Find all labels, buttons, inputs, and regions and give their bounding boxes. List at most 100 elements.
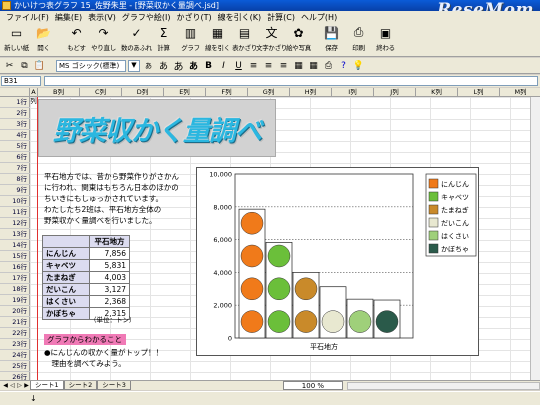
hint-bulb-icon[interactable]: 💡 — [352, 59, 365, 72]
column-header-cell[interactable]: F列 — [206, 88, 248, 97]
menu-calc[interactable]: 計算(C) — [267, 12, 295, 23]
menu-edit[interactable]: 編集(E) — [55, 12, 82, 23]
row-header-cell[interactable]: 21行 — [0, 317, 30, 328]
vegetable-name[interactable]: だいこん — [42, 283, 90, 296]
toolbar-button-7[interactable]: ▦ 線を引く — [204, 23, 231, 56]
bold-icon[interactable]: B — [202, 59, 215, 72]
menu-decor[interactable]: かざり(T) — [176, 12, 211, 23]
row-header-cell[interactable]: 11行 — [0, 207, 30, 218]
row-header-cell[interactable]: 13行 — [0, 229, 30, 240]
font-bold-kana-icon[interactable]: あ — [187, 59, 200, 72]
border-icon[interactable]: ▦ — [292, 59, 305, 72]
toolbar-button-9[interactable]: 文文字かざり — [256, 23, 287, 56]
underline-icon[interactable]: U — [232, 59, 245, 72]
row-header-cell[interactable]: 12行 — [0, 218, 30, 229]
title-banner[interactable]: 野菜収かく量調べ — [38, 99, 276, 157]
cut-icon[interactable]: ✂ — [3, 59, 16, 72]
toolbar-button-2[interactable]: ↶ もどす — [63, 23, 90, 56]
row-header-cell[interactable]: 10行 — [0, 196, 30, 207]
sheet-tab-3[interactable]: シート3 — [97, 381, 131, 390]
sheet-tab-1[interactable]: シート1 — [30, 381, 64, 390]
column-header-cell[interactable]: I列 — [332, 88, 374, 97]
column-header-cell[interactable]: L列 — [458, 88, 500, 97]
toolbar-button-4[interactable]: ✓ 数のあふれ — [121, 23, 152, 56]
menu-view[interactable]: 表示(V) — [88, 12, 116, 23]
toolbar-button-11[interactable]: 💾 保存 — [318, 23, 345, 56]
vegetable-name[interactable]: かぼちゃ — [42, 307, 90, 320]
toolbar-button-1[interactable]: 📂 開く — [30, 23, 57, 56]
toolbar-button-3[interactable]: ↷ やり直し — [90, 23, 117, 56]
copy-icon[interactable]: ⧉ — [18, 59, 31, 72]
align-right-icon[interactable]: ≡ — [277, 59, 290, 72]
row-header-cell[interactable]: 8行 — [0, 174, 30, 185]
menu-graph[interactable]: グラフや絵(I) — [122, 12, 171, 23]
row-header-cell[interactable]: 17行 — [0, 273, 30, 284]
toolbar-button-5[interactable]: Σ 計算 — [150, 23, 177, 56]
row-header-cell[interactable]: 26行 — [0, 372, 30, 380]
toolbar-button-8[interactable]: ▤ 表かざり — [231, 23, 258, 56]
toolbar-button-12[interactable]: ⎙ 印刷 — [345, 23, 372, 56]
column-header-cell[interactable]: C列 — [80, 88, 122, 97]
spreadsheet-grid[interactable]: A列 B列 C列 D列 E列 F列 G列 H列 I列 J列 K列 L列 M列 1行 2行 3行 4行 5行 6行 7… — [0, 88, 540, 380]
font-select[interactable]: MS ゴシック(標準) — [56, 59, 126, 72]
column-header-cell[interactable]: B列 — [38, 88, 80, 97]
harvest-value[interactable]: 5,831 — [89, 259, 130, 272]
row-header-cell[interactable]: 23行 — [0, 339, 30, 350]
harvest-value[interactable]: 7,856 — [89, 247, 130, 260]
row-header-cell[interactable]: 14行 — [0, 240, 30, 251]
harvest-value[interactable]: 4,003 — [89, 271, 130, 284]
row-header-cell[interactable]: 25行 — [0, 361, 30, 372]
row-header-cell[interactable]: 22行 — [0, 328, 30, 339]
row-header-cell[interactable]: 1行 — [0, 97, 30, 108]
menu-line[interactable]: 線を引く(K) — [218, 12, 262, 23]
align-left-icon[interactable]: ≡ — [247, 59, 260, 72]
column-header-cell[interactable]: D列 — [122, 88, 164, 97]
row-header-cell[interactable]: 18行 — [0, 284, 30, 295]
toolbar-button-13[interactable]: ▣ 終わる — [372, 23, 399, 56]
row-header-cell[interactable]: 3行 — [0, 119, 30, 130]
column-header-cell[interactable]: K列 — [416, 88, 458, 97]
toolbar-button-6[interactable]: ▥ グラフ — [177, 23, 204, 56]
grid-corner[interactable] — [0, 88, 30, 97]
row-header-cell[interactable]: 24行 — [0, 350, 30, 361]
sheet-tab-2[interactable]: シート2 — [63, 381, 98, 390]
font-normal-icon[interactable]: あ — [172, 59, 185, 73]
vegetable-name[interactable]: たまねぎ — [42, 271, 90, 284]
vegetable-name[interactable]: にんじん — [42, 247, 90, 260]
graph-findings-heading[interactable]: グラフからわかること — [44, 334, 126, 345]
row-header-cell[interactable]: 7行 — [0, 163, 30, 174]
row-header-cell[interactable]: 19行 — [0, 295, 30, 306]
column-header-cell[interactable]: G列 — [248, 88, 290, 97]
table-corner-cell[interactable] — [42, 235, 90, 248]
toolbar-button-0[interactable]: ▭ 新しい紙 — [3, 23, 30, 56]
harvest-value[interactable]: 2,368 — [89, 295, 130, 308]
toolbar-button-10[interactable]: ✿ 絵や写真 — [285, 23, 312, 56]
vegetable-name[interactable]: キャベツ — [42, 259, 90, 272]
column-header-cell[interactable]: A列 — [30, 88, 38, 105]
menu-help[interactable]: ヘルプ(H) — [301, 12, 337, 23]
formula-input[interactable] — [44, 76, 538, 86]
font-smaller-icon[interactable]: あ — [157, 59, 170, 72]
row-header-cell[interactable]: 15行 — [0, 251, 30, 262]
horizontal-scrollbar[interactable] — [346, 381, 540, 390]
vegetable-name[interactable]: はくさい — [42, 295, 90, 308]
font-larger-icon[interactable]: あ — [142, 59, 155, 72]
zoom-level[interactable]: 100 % — [282, 381, 343, 390]
row-header-cell[interactable]: 2行 — [0, 108, 30, 119]
next-sheet-arrow-icon[interactable]: ▷ — [16, 382, 23, 389]
row-header-cell[interactable]: 5行 — [0, 141, 30, 152]
row-header-cell[interactable]: 16行 — [0, 262, 30, 273]
print-preview-icon[interactable]: ⎙ — [322, 59, 335, 72]
description-text[interactable]: 平石地方では、昔から野菜作りがさかん に行われ、関東はもちろん日本のほかの ちい… — [44, 171, 189, 226]
column-header-cell[interactable]: H列 — [290, 88, 332, 97]
vertical-scrollbar[interactable] — [530, 97, 540, 380]
help-icon[interactable]: ? — [337, 59, 350, 72]
italic-icon[interactable]: I — [217, 59, 230, 72]
menu-file[interactable]: ファイル(F) — [6, 12, 49, 23]
column-header-cell[interactable]: J列 — [374, 88, 416, 97]
first-sheet-arrow-icon[interactable]: ◀ — [2, 382, 9, 389]
harvest-value[interactable]: 3,127 — [89, 283, 130, 296]
row-header-cell[interactable]: 6行 — [0, 152, 30, 163]
column-header-cell[interactable]: E列 — [164, 88, 206, 97]
column-header-cell[interactable]: M列 — [500, 88, 540, 97]
